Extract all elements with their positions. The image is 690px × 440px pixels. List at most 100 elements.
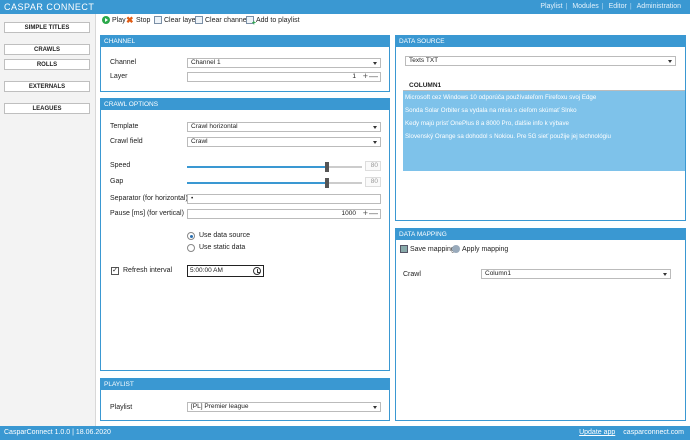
stop-label: Stop — [136, 16, 151, 24]
layer-label: Layer — [110, 73, 128, 80]
apply-mapping-button[interactable]: Apply mapping — [452, 245, 508, 253]
clear-channel-icon — [195, 16, 203, 24]
data-source-table: COLUMN1 Microsoft cez Windows 10 odporúč… — [403, 81, 685, 171]
crawl-options-panel: CRAWL OPTIONS Template Crawl horizontal … — [100, 98, 390, 371]
clear-layer-button[interactable]: Clear layer — [154, 16, 198, 24]
add-to-playlist-button[interactable]: Add to playlist — [246, 16, 300, 27]
refresh-interval-checkbox[interactable]: ✓ — [111, 267, 119, 275]
pause-stepper[interactable]: 1000 + — — [187, 209, 381, 219]
chevron-down-icon — [373, 141, 377, 144]
sidebar: SIMPLE TITLES CRAWLS ROLLS EXTERNALS LEA… — [0, 14, 96, 426]
separator-input[interactable]: • — [187, 194, 381, 204]
sidebar-item-externals[interactable]: EXTERNALS — [4, 81, 90, 92]
save-mapping-label: Save mapping — [410, 245, 455, 253]
crawl-field-label: Crawl field — [110, 138, 143, 145]
data-source-panel: DATA SOURCE Texts TXT COLUMN1 Microsoft … — [395, 35, 686, 221]
app-title: CASPAR CONNECT — [4, 2, 95, 12]
save-mapping-button[interactable]: Save mapping — [400, 245, 455, 253]
version-info: CasparConnect 1.0.0 | 18.06.2020 — [4, 429, 111, 436]
refresh-interval-label: Refresh interval — [123, 267, 173, 274]
build-date: 18.06.2020 — [75, 429, 111, 436]
title-bar: CASPAR CONNECT Playlist | Modules | Editor… — [0, 0, 690, 14]
plus-icon[interactable]: + — [363, 72, 368, 81]
playlist-label: Playlist — [110, 404, 133, 411]
channel-select[interactable]: Channel 1 — [187, 58, 381, 68]
add-to-playlist-icon — [246, 16, 256, 27]
table-row[interactable]: Sonda Solar Orbiter sa vydala na misiu s… — [403, 104, 685, 117]
sidebar-item-simple-titles[interactable]: SIMPLE TITLES — [4, 22, 90, 33]
minus-icon[interactable]: — — [369, 209, 378, 218]
speed-slider[interactable] — [187, 162, 362, 172]
crawl-options-header: CRAWL OPTIONS — [101, 99, 389, 110]
top-menu: Playlist | Modules | Editor | Administratio… — [540, 3, 681, 10]
template-select-value: Crawl horizontal — [191, 123, 238, 130]
crawl-field-select-value: Crawl — [191, 138, 208, 145]
menu-playlist[interactable]: Playlist — [540, 3, 562, 10]
data-mapping-header: DATA MAPPING — [396, 229, 685, 240]
speed-slider-thumb[interactable] — [325, 162, 329, 172]
playlist-select[interactable]: [PL] Premier league — [187, 402, 381, 412]
speed-value: 80 — [365, 161, 381, 171]
refresh-interval-value: 5:00:00 AM — [190, 267, 223, 274]
plus-icon[interactable]: + — [363, 209, 368, 218]
table-row[interactable]: Kedy majú prísť OnePlus 8 a 8000 Pro, ďa… — [403, 117, 685, 130]
chevron-down-icon — [373, 406, 377, 409]
save-icon — [400, 245, 408, 253]
data-source-select[interactable]: Texts TXT — [405, 56, 676, 66]
crawl-mapping-select-value: Column1 — [485, 270, 512, 277]
channel-panel-header: CHANNEL — [101, 36, 389, 47]
playlist-panel-header: PLAYLIST — [101, 379, 389, 390]
clear-channel-label: Clear channel — [205, 16, 249, 24]
gap-slider[interactable] — [187, 178, 362, 188]
data-mapping-panel: DATA MAPPING Save mapping Apply mapping … — [395, 228, 686, 421]
menu-editor[interactable]: Editor — [609, 3, 627, 10]
use-static-data-label: Use static data — [199, 244, 246, 251]
layer-stepper[interactable]: 1 + — — [187, 72, 381, 82]
version-label: CasparConnect 1.0.0 — [4, 429, 71, 436]
template-select[interactable]: Crawl horizontal — [187, 122, 381, 132]
pause-label: Pause [ms] (for vertical) — [110, 210, 184, 217]
column-header[interactable]: COLUMN1 — [403, 81, 685, 91]
add-to-playlist-label: Add to playlist — [256, 16, 300, 24]
table-row[interactable]: Microsoft cez Windows 10 odporúča použív… — [403, 91, 685, 104]
gap-slider-fill — [187, 182, 327, 184]
separator-label: Separator (for horizontal) — [110, 195, 188, 202]
speed-label: Speed — [110, 162, 131, 169]
clock-icon[interactable] — [253, 267, 261, 275]
playlist-panel: PLAYLIST Playlist [PL] Premier league — [100, 378, 390, 421]
apply-icon — [452, 245, 460, 253]
clear-channel-button[interactable]: Clear channel — [195, 16, 248, 24]
chevron-down-icon — [373, 126, 377, 129]
gap-value: 80 — [365, 177, 381, 187]
chevron-down-icon — [668, 60, 672, 63]
use-static-data-radio[interactable] — [187, 244, 195, 252]
status-bar: CasparConnect 1.0.0 | 18.06.2020 Update … — [0, 426, 690, 440]
layer-value: 1 — [352, 73, 356, 80]
play-button[interactable]: Play — [102, 16, 126, 24]
table-row[interactable]: Slovenský Orange sa dohodol s Nokiou. Pr… — [403, 130, 685, 143]
sidebar-item-rolls[interactable]: ROLLS — [4, 59, 90, 70]
chevron-down-icon — [663, 273, 667, 276]
crawl-mapping-select[interactable]: Column1 — [481, 269, 671, 279]
template-label: Template — [110, 123, 139, 130]
sidebar-item-leagues[interactable]: LEAGUES — [4, 103, 90, 114]
gap-label: Gap — [110, 178, 124, 185]
update-app-link[interactable]: Update app — [579, 429, 615, 436]
play-icon — [102, 16, 110, 24]
data-source-select-value: Texts TXT — [409, 57, 439, 64]
pause-value: 1000 — [341, 210, 356, 217]
clear-layer-icon — [154, 16, 162, 24]
minus-icon[interactable]: — — [369, 72, 378, 81]
sidebar-item-crawls[interactable]: CRAWLS — [4, 44, 90, 55]
refresh-interval-input[interactable]: 5:00:00 AM — [187, 265, 264, 277]
gap-slider-thumb[interactable] — [325, 178, 329, 188]
website-label[interactable]: casparconnect.com — [623, 429, 684, 436]
stop-icon: ✖ — [126, 15, 134, 25]
menu-modules[interactable]: Modules — [572, 3, 598, 10]
use-data-source-radio[interactable] — [187, 232, 195, 240]
crawl-mapping-label: Crawl — [403, 271, 421, 278]
stop-button[interactable]: ✖ Stop — [126, 15, 151, 25]
status-links: Update app casparconnect.com — [579, 426, 684, 440]
crawl-field-select[interactable]: Crawl — [187, 137, 381, 147]
menu-administration[interactable]: Administration — [637, 3, 681, 10]
